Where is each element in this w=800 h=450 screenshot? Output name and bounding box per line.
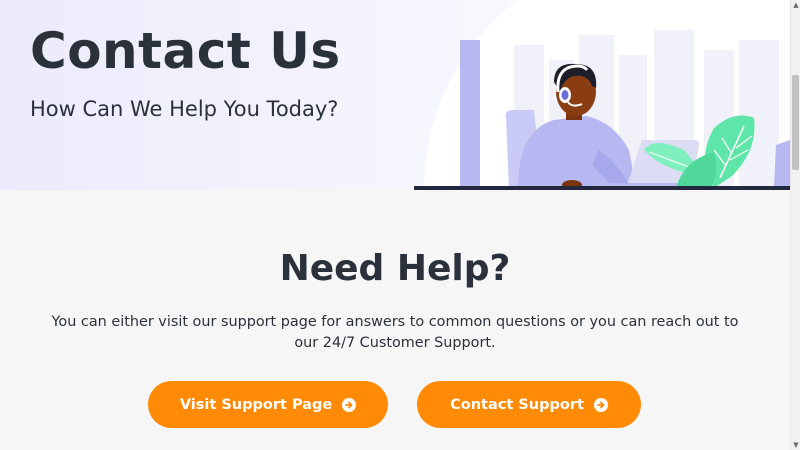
visit-support-page-button[interactable]: Visit Support Page [148,381,388,428]
support-agent-illustration [414,0,790,190]
arrow-circle-right-icon [342,397,357,412]
arrow-circle-right-icon [593,397,608,412]
help-description: You can either visit our support page fo… [51,314,739,351]
scrollbar-thumb[interactable] [792,75,799,170]
scroll-up-arrow-icon[interactable]: ▲ [792,0,800,10]
scroll-down-arrow-icon[interactable]: ▼ [792,440,800,450]
help-heading: Need Help? [279,248,511,289]
contact-support-label: Contact Support [450,396,584,413]
visit-support-page-label: Visit Support Page [179,396,333,413]
contact-support-button[interactable]: Contact Support [417,381,641,428]
page-title: Contact Us [30,22,341,80]
page-subtitle: How Can We Help You Today? [30,97,339,121]
hero-banner: Contact Us How Can We Help You Today? [0,0,790,190]
vertical-scrollbar[interactable]: ▲ ▼ [790,0,800,450]
